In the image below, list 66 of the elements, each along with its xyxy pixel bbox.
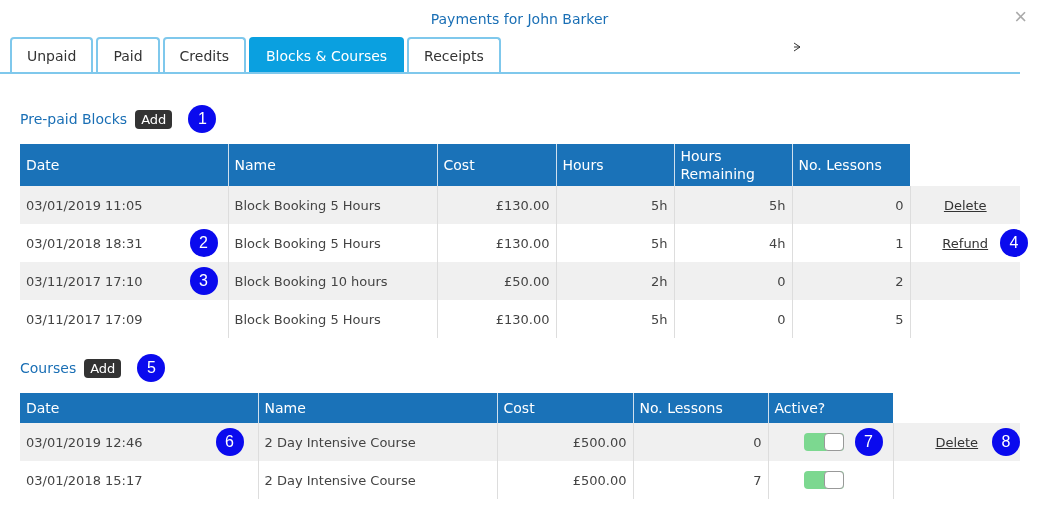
table-cell: Block Booking 5 Hours	[234, 197, 381, 213]
window-title: Payments for John Barker	[430, 9, 609, 27]
column-header: Active?	[768, 393, 893, 423]
row-action-link[interactable]: Refund	[942, 235, 989, 251]
table-cell: 03/01/2018 18:31	[26, 235, 143, 251]
column-header: Hours Remaining	[674, 144, 792, 186]
table-cell: 5h	[651, 235, 668, 251]
table-cell: £130.00	[495, 311, 550, 327]
table-cell: 2h	[651, 273, 668, 289]
table-cell: 03/01/2019 12:46	[26, 434, 143, 450]
callout-marker: 6	[215, 428, 244, 456]
row-action-link[interactable]: Delete	[943, 197, 987, 213]
section-title: Courses	[20, 360, 77, 376]
column-header: No. Lessons	[792, 144, 910, 186]
column-header: Name	[258, 393, 497, 423]
tab[interactable]: Unpaid	[10, 37, 94, 72]
table-cell: £50.00	[504, 273, 550, 289]
column-header: No. Lessons	[633, 393, 768, 423]
table-cell: Block Booking 5 Hours	[234, 311, 381, 327]
table-cell: £500.00	[572, 472, 627, 488]
table-cell: 5	[895, 311, 904, 327]
table-cell: 5h	[651, 197, 668, 213]
add-button[interactable]: Add	[135, 109, 173, 129]
row-action-link[interactable]: Delete	[935, 434, 979, 450]
table-cell: 03/01/2018 15:17	[26, 472, 143, 488]
column-header: Name	[228, 144, 437, 186]
callout-marker: 7	[854, 428, 883, 456]
tab[interactable]: Paid	[96, 37, 160, 72]
table-cell: Block Booking 5 Hours	[234, 235, 381, 251]
table-cell: 03/01/2019 11:05	[26, 197, 143, 213]
table-cell: 03/11/2017 17:09	[26, 311, 143, 327]
table-cell: 0	[777, 273, 786, 289]
table-cell: £500.00	[572, 434, 627, 450]
table-cell: 0	[753, 434, 762, 450]
column-header: Cost	[497, 393, 633, 423]
table-cell: 0	[777, 311, 786, 327]
table-cell: 5h	[769, 197, 786, 213]
table-cell: £130.00	[495, 197, 550, 213]
table-cell: 4h	[769, 235, 786, 251]
tab[interactable]: Receipts	[407, 37, 501, 72]
cursor-icon	[793, 42, 801, 52]
section-title: Pre-paid Blocks	[20, 111, 128, 127]
add-button[interactable]: Add	[84, 358, 122, 378]
table-cell: 2 Day Intensive Course	[264, 472, 416, 488]
column-header: Date	[20, 144, 228, 186]
table-cell: 5h	[651, 311, 668, 327]
callout-marker: 2	[189, 229, 218, 257]
table-cell: £130.00	[495, 235, 550, 251]
table-cell: 2 Day Intensive Course	[264, 434, 416, 450]
callout-marker: 8	[992, 428, 1020, 456]
toggle-switch[interactable]	[803, 433, 844, 451]
column-header: Hours	[556, 144, 674, 186]
table-cell: 2	[895, 273, 904, 289]
tab[interactable]: Credits	[162, 37, 246, 72]
table-cell: 03/11/2017 17:10	[26, 273, 143, 289]
callout-marker: 3	[189, 267, 218, 295]
table-cell: 0	[895, 197, 904, 213]
callout-marker: 1	[188, 105, 217, 133]
table-cell: 7	[753, 472, 762, 488]
table-cell: 1	[895, 235, 904, 251]
column-header: Cost	[437, 144, 556, 186]
toggle-switch[interactable]	[803, 471, 844, 489]
callout-marker: 5	[137, 354, 166, 382]
table-cell: Block Booking 10 hours	[234, 273, 388, 289]
column-header: Date	[20, 393, 258, 423]
callout-marker: 4	[1000, 229, 1028, 257]
